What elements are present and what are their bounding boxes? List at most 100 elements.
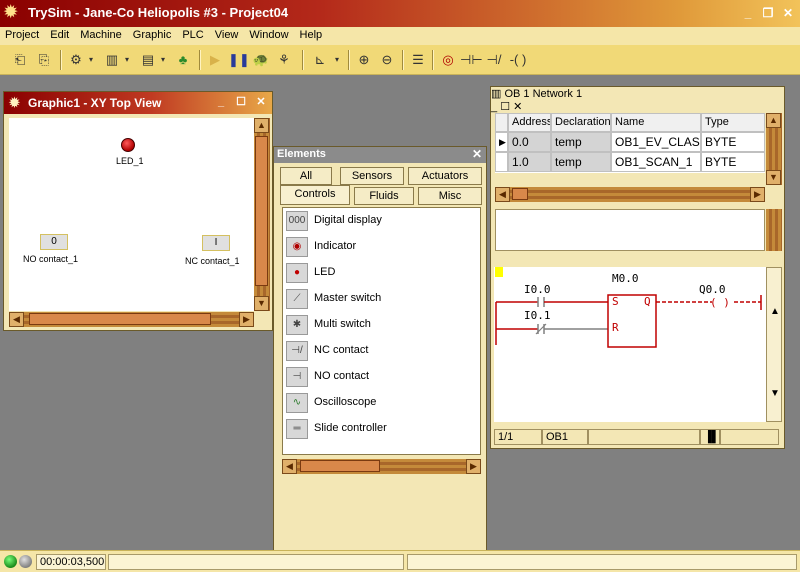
scroll-down-icon[interactable]: ▼ <box>770 388 780 399</box>
minimize-button[interactable]: _ <box>491 101 497 113</box>
network-comment-area[interactable] <box>495 209 765 251</box>
menu-edit[interactable]: Edit <box>45 27 75 45</box>
machine-gear-icon[interactable]: ⚙ <box>66 50 86 70</box>
table-horizontal-scrollbar[interactable]: ◀ ▶ <box>495 187 765 202</box>
menu-graphic[interactable]: Graphic <box>128 27 178 45</box>
cell-name[interactable]: OB1_SCAN_1 <box>611 152 701 172</box>
column-header-name[interactable]: Name <box>611 113 701 132</box>
list-item-multi-switch[interactable]: ✱ Multi switch <box>286 314 476 336</box>
elements-window-titlebar[interactable]: Elements ✕ <box>274 147 486 163</box>
cell-address[interactable]: 1.0 <box>508 152 551 172</box>
list-item-no-contact[interactable]: ⊣ NO contact <box>286 366 476 388</box>
scroll-up-button[interactable]: ▲ <box>766 113 781 128</box>
coil-tool-icon[interactable]: -( ) <box>508 50 528 70</box>
scroll-right-button[interactable]: ▶ <box>239 312 254 327</box>
scroll-thumb[interactable] <box>300 460 380 472</box>
column-header-declaration[interactable]: Declaration <box>551 113 611 132</box>
scroll-up-button[interactable]: ▲ <box>254 118 269 133</box>
minimize-button[interactable]: _ <box>740 5 756 21</box>
close-button[interactable]: ✕ <box>472 147 482 161</box>
tab-fluids[interactable]: Fluids <box>354 187 414 205</box>
run-icon[interactable]: ▶ <box>205 50 225 70</box>
graphic-window-titlebar[interactable]: ✹ Graphic1 - XY Top View _ ☐ ✕ <box>4 92 272 114</box>
menu-machine[interactable]: Machine <box>75 27 128 45</box>
split-view-icon[interactable]: ▐▌ <box>700 429 720 445</box>
tree-icon[interactable]: ♣ <box>173 50 193 70</box>
restore-button[interactable]: ❐ <box>760 5 776 21</box>
record-target-icon[interactable]: ◎ <box>438 50 458 70</box>
close-button[interactable]: ✕ <box>254 95 268 109</box>
ob1-window-titlebar[interactable]: ▥ OB 1 Network 1 _ ☐ ✕ <box>491 87 784 113</box>
coordinate-axes-icon[interactable]: ⊾ <box>310 50 330 70</box>
scroll-thumb[interactable] <box>255 136 268 286</box>
close-button[interactable]: ✕ <box>780 5 796 21</box>
chevron-down-icon[interactable]: ▾ <box>122 50 132 70</box>
plc-module-icon[interactable]: ▥ <box>102 50 122 70</box>
tab-sensors[interactable]: Sensors <box>340 167 404 185</box>
open-project-icon[interactable]: ⎗ <box>10 50 30 70</box>
chevron-down-icon[interactable]: ▾ <box>332 50 342 70</box>
scroll-right-button[interactable]: ▶ <box>466 459 481 474</box>
cell-type[interactable]: BYTE <box>701 132 765 152</box>
list-item-nc-contact[interactable]: ⊣/ NC contact <box>286 340 476 362</box>
coil-symbol[interactable]: ( ) <box>710 296 730 309</box>
elements-horizontal-scrollbar[interactable]: ◀ ▶ <box>282 459 481 474</box>
table-vertical-scrollbar[interactable]: ▲ ▼ <box>766 113 782 185</box>
column-header-type[interactable]: Type <box>701 113 765 132</box>
slow-motion-turtle-icon[interactable]: 🐢 <box>251 50 271 70</box>
scroll-down-button[interactable]: ▼ <box>766 170 781 185</box>
scroll-left-button[interactable]: ◀ <box>9 312 24 327</box>
tab-actuators[interactable]: Actuators <box>408 167 482 185</box>
scroll-thumb[interactable] <box>512 188 528 200</box>
cell-type[interactable]: BYTE <box>701 152 765 172</box>
list-item-led[interactable]: ● LED <box>286 262 476 284</box>
scroll-up-icon[interactable]: ▲ <box>770 306 780 317</box>
maximize-button[interactable]: ☐ <box>234 95 248 109</box>
list-item-indicator[interactable]: ◉ Indicator <box>286 236 476 258</box>
chevron-down-icon[interactable]: ▾ <box>86 50 96 70</box>
maximize-button[interactable]: ☐ <box>500 101 510 113</box>
menu-window[interactable]: Window <box>244 27 294 45</box>
menu-project[interactable]: Project <box>0 27 45 45</box>
chevron-down-icon[interactable]: ▾ <box>158 50 168 70</box>
zoom-in-icon[interactable]: ⊕ <box>354 50 374 70</box>
scroll-thumb[interactable] <box>29 313 211 325</box>
close-button[interactable]: ✕ <box>513 101 522 113</box>
ladder-diagram[interactable]: I0.0 I0.1 M0.0 S R Q Q0.0 ( ) <box>494 267 766 422</box>
graphic-vertical-scrollbar[interactable]: ▲ ▼ <box>254 118 270 311</box>
tab-all[interactable]: All <box>280 167 332 185</box>
graphic-horizontal-scrollbar[interactable]: ◀ ▶ <box>9 312 254 327</box>
scroll-right-button[interactable]: ▶ <box>750 187 765 202</box>
cell-address[interactable]: 0.0 <box>508 132 551 152</box>
step-icon[interactable]: ⚘ <box>274 50 294 70</box>
menu-help[interactable]: Help <box>295 27 329 45</box>
list-item-digital-display[interactable]: 000 Digital display <box>286 210 476 232</box>
tab-misc[interactable]: Misc <box>418 187 482 205</box>
cell-name[interactable]: OB1_EV_CLAS <box>611 132 701 152</box>
nc-contact-1-box[interactable]: I <box>202 235 230 251</box>
window-layout-icon[interactable]: ▤ <box>138 50 158 70</box>
minimize-button[interactable]: _ <box>214 95 228 109</box>
menu-view[interactable]: View <box>210 27 245 45</box>
comment-vertical-scrollbar[interactable] <box>766 209 782 251</box>
pause-icon[interactable]: ❚❚ <box>228 50 250 70</box>
list-item-slide-controller[interactable]: ═ Slide controller <box>286 418 476 440</box>
list-item-master-switch[interactable]: ⟋ Master switch <box>286 288 476 310</box>
cell-declaration[interactable]: temp <box>551 132 611 152</box>
scroll-down-button[interactable]: ▼ <box>254 296 269 311</box>
graphic-canvas[interactable]: LED_1 0 NO contact_1 I NC contact_1 <box>9 118 254 311</box>
no-contact-1-box[interactable]: 0 <box>40 234 68 250</box>
scroll-left-button[interactable]: ◀ <box>282 459 297 474</box>
nc-contact-tool-icon[interactable]: ⊣/ <box>484 50 504 70</box>
zoom-out-icon[interactable]: ⊖ <box>377 50 397 70</box>
list-view-icon[interactable]: ☰ <box>408 50 428 70</box>
save-project-icon[interactable]: ⎘ <box>34 50 54 70</box>
menu-plc[interactable]: PLC <box>177 27 209 45</box>
scroll-left-button[interactable]: ◀ <box>495 187 510 202</box>
tab-controls[interactable]: Controls <box>280 185 350 205</box>
contact-icon[interactable]: ⊣⊢ <box>460 50 483 70</box>
column-header-address[interactable]: Address <box>508 113 551 132</box>
led-1-icon[interactable] <box>121 138 135 152</box>
list-item-oscilloscope[interactable]: ∿ Oscilloscope <box>286 392 476 414</box>
ladder-vertical-scrollbar[interactable]: ▲ ▼ <box>766 267 782 422</box>
